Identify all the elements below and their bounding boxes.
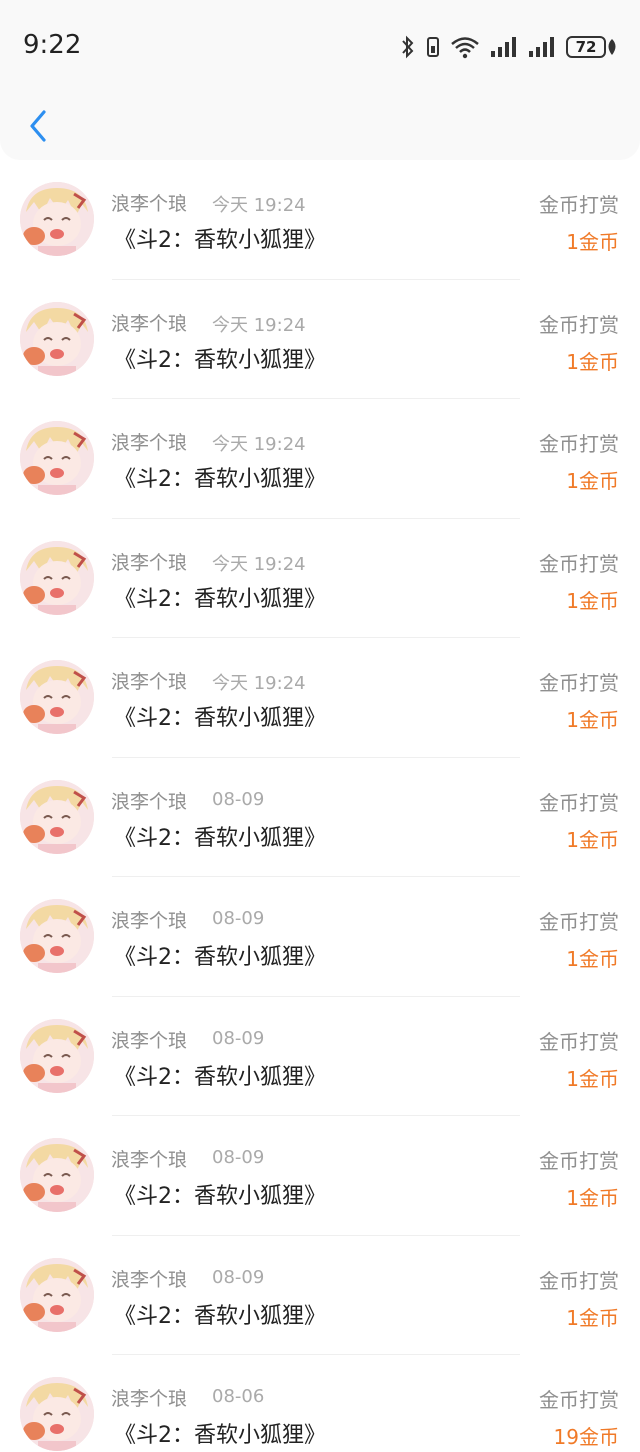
back-button[interactable]: [18, 104, 58, 148]
avatar[interactable]: [20, 660, 94, 734]
reward-type: 金币打赏: [539, 432, 619, 456]
user-name: 浪李个琅: [111, 1149, 188, 1171]
list-item[interactable]: 浪李个琅 今天 19:24 《斗2：香软小狐狸》 金币打赏 1金币: [0, 638, 640, 758]
reward-amount: 1金币: [566, 1305, 619, 1330]
book-title: 《斗2：香软小狐狸》: [114, 467, 326, 492]
list-item[interactable]: 浪李个琅 今天 19:24 《斗2：香软小狐狸》 金币打赏 1金币: [0, 160, 640, 280]
book-title: 《斗2：香软小狐狸》: [114, 1184, 326, 1209]
avatar[interactable]: [20, 182, 94, 256]
record-time: 今天 19:24: [212, 314, 306, 336]
reward-amount: 1金币: [566, 1066, 619, 1091]
list-item[interactable]: 浪李个琅 08-09 《斗2：香软小狐狸》 金币打赏 1金币: [0, 758, 640, 877]
book-title: 《斗2：香软小狐狸》: [114, 1064, 326, 1090]
book-title: 《斗2：香软小狐狸》: [114, 706, 326, 731]
avatar[interactable]: [20, 540, 94, 615]
user-name: 浪李个琅: [111, 432, 188, 454]
record-time: 08-09: [212, 1027, 265, 1049]
reward-type: 金币打赏: [539, 551, 619, 576]
list-item[interactable]: 浪李个琅 今天 19:24 《斗2：香软小狐狸》 金币打赏 1金币: [0, 519, 640, 638]
user-name: 浪李个琅: [111, 312, 188, 335]
reward-amount: 1金币: [566, 1186, 619, 1210]
reward-type: 金币打赏: [539, 193, 619, 217]
record-time: 08-09: [212, 788, 265, 810]
record-time: 今天 19:24: [212, 434, 306, 455]
list-item[interactable]: 浪李个琅 08-09 《斗2：香软小狐狸》 金币打赏 1金币: [0, 1236, 640, 1355]
chevron-left-icon: [30, 110, 46, 142]
avatar[interactable]: [20, 1257, 94, 1332]
reward-amount: 1金币: [566, 230, 619, 254]
reward-amount: 1金币: [566, 708, 619, 732]
user-name: 浪李个琅: [111, 790, 188, 813]
reward-type: 金币打赏: [539, 671, 619, 695]
nav-bar: [0, 96, 640, 160]
reward-amount: 1金币: [566, 827, 619, 852]
avatar[interactable]: [20, 1377, 94, 1451]
record-time: 今天 19:24: [212, 553, 306, 575]
user-name: 浪李个琅: [111, 1268, 188, 1291]
list-item[interactable]: 浪李个琅 今天 19:24 《斗2：香软小狐狸》 金币打赏 1金币: [0, 280, 640, 399]
wifi-icon: [451, 37, 479, 59]
record-time: 08-09: [212, 1266, 265, 1288]
book-title: 《斗2：香软小狐狸》: [114, 1303, 326, 1329]
reward-type: 金币打赏: [539, 312, 619, 337]
signal-icon: [491, 37, 516, 57]
avatar[interactable]: [20, 301, 94, 376]
book-title: 《斗2：香软小狐狸》: [114, 228, 326, 253]
reward-type: 金币打赏: [539, 1149, 619, 1173]
user-name: 浪李个琅: [111, 671, 188, 693]
book-title: 《斗2：香软小狐狸》: [114, 1423, 326, 1448]
avatar[interactable]: [20, 779, 94, 854]
record-time: 08-06: [212, 1386, 265, 1407]
reward-type: 金币打赏: [539, 790, 619, 815]
reward-type: 金币打赏: [539, 1388, 619, 1412]
vibrate-icon: [427, 37, 439, 57]
reward-amount: 1金币: [566, 349, 619, 374]
reward-type: 金币打赏: [539, 1268, 619, 1293]
list-item[interactable]: 浪李个琅 08-06 《斗2：香软小狐狸》 金币打赏 19金币: [0, 1355, 640, 1452]
signal-icon: [529, 37, 554, 57]
list-item[interactable]: 浪李个琅 今天 19:24 《斗2：香软小狐狸》 金币打赏 1金币: [0, 399, 640, 519]
list-item[interactable]: 浪李个琅 08-09 《斗2：香软小狐狸》 金币打赏 1金币: [0, 997, 640, 1116]
user-name: 浪李个琅: [111, 551, 188, 574]
reward-record-list: 浪李个琅 今天 19:24 《斗2：香软小狐狸》 金币打赏 1金币 浪李个琅 今…: [0, 160, 640, 1452]
avatar[interactable]: [20, 421, 94, 495]
list-item[interactable]: 浪李个琅 08-09 《斗2：香软小狐狸》 金币打赏 1金币: [0, 877, 640, 997]
user-name: 浪李个琅: [111, 910, 188, 932]
avatar[interactable]: [20, 899, 94, 973]
avatar[interactable]: [20, 1018, 94, 1093]
record-time: 今天 19:24: [212, 673, 306, 694]
book-title: 《斗2：香软小狐狸》: [114, 825, 326, 851]
battery-icon: 72: [566, 36, 618, 58]
leaf-icon: [608, 39, 616, 55]
reward-amount: 19金币: [553, 1425, 619, 1449]
reward-amount: 1金币: [566, 947, 619, 971]
book-title: 《斗2：香软小狐狸》: [114, 945, 326, 970]
reward-type: 金币打赏: [539, 1029, 619, 1054]
status-bar: 9:22 72: [0, 0, 640, 96]
reward-type: 金币打赏: [539, 910, 619, 934]
book-title: 《斗2：香软小狐狸》: [114, 586, 326, 612]
avatar[interactable]: [20, 1138, 94, 1212]
reward-amount: 1金币: [566, 588, 619, 613]
list-item[interactable]: 浪李个琅 08-09 《斗2：香软小狐狸》 金币打赏 1金币: [0, 1116, 640, 1236]
reward-amount: 1金币: [566, 469, 619, 493]
battery-level: 72: [566, 36, 606, 58]
user-name: 浪李个琅: [111, 1388, 188, 1410]
user-name: 浪李个琅: [111, 193, 188, 215]
record-time: 08-09: [212, 908, 265, 929]
status-icons: 72: [400, 34, 618, 60]
user-name: 浪李个琅: [111, 1029, 188, 1052]
record-time: 08-09: [212, 1147, 265, 1168]
status-time: 9:22: [23, 30, 82, 60]
bluetooth-icon: [402, 35, 414, 59]
record-time: 今天 19:24: [212, 195, 306, 216]
book-title: 《斗2：香软小狐狸》: [114, 347, 326, 373]
